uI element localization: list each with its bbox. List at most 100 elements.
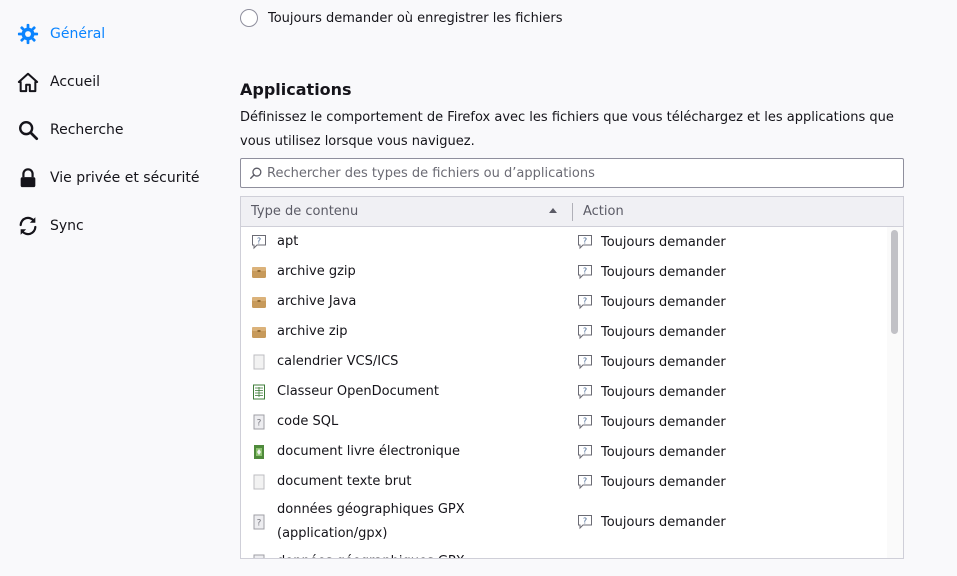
chat-question-icon: ?	[577, 324, 593, 340]
action-label: Toujours demander	[601, 384, 726, 400]
action-label: Toujours demander	[601, 514, 726, 530]
scrollbar-thumb[interactable]	[891, 230, 898, 334]
content-type-cell: ? données géographiques GPX (application/…	[251, 497, 517, 547]
action-label: Toujours demander	[601, 324, 726, 340]
svg-text:?: ?	[583, 237, 587, 246]
action-label: Toujours demander	[601, 474, 726, 490]
action-select[interactable]: ? Toujours demander	[577, 227, 726, 257]
action-select[interactable]: ? Toujours demander	[577, 497, 726, 547]
content-type-cell: ? code SQL	[251, 407, 517, 437]
content-type-cell: document livre électronique	[251, 437, 517, 467]
content-type-cell: ? données géographiques GPX	[251, 547, 517, 558]
sidebar-item-label: Sync	[50, 218, 84, 234]
home-icon	[16, 70, 40, 94]
svg-text:?: ?	[583, 267, 587, 276]
svg-text:?: ?	[583, 327, 587, 336]
column-header-action[interactable]: Action	[583, 197, 624, 226]
content-type-label: code SQL	[277, 414, 339, 429]
applications-search-input[interactable]	[267, 165, 903, 181]
unknown-file-icon: ?	[251, 514, 267, 530]
action-select[interactable]: ? Toujours demander	[577, 317, 726, 347]
table-row[interactable]: archive gzip ? Toujours demander	[241, 257, 887, 287]
table-row[interactable]: calendrier VCS/ICS? Toujours demander	[241, 347, 887, 377]
content-type-cell: ? apt	[251, 227, 517, 257]
action-select[interactable]: ? Toujours demander	[577, 407, 726, 437]
action-select[interactable]: ? Toujours demander	[577, 377, 726, 407]
search-icon	[249, 166, 263, 180]
main-content: Toujours demander où enregistrer les fic…	[240, 0, 904, 576]
gear-icon	[16, 22, 40, 46]
svg-text:?: ?	[583, 477, 587, 486]
action-select[interactable]: ? Toujours demander	[577, 437, 726, 467]
blank-file-icon	[251, 474, 267, 490]
chat-question-icon: ?	[577, 514, 593, 530]
column-header-type[interactable]: Type de contenu	[251, 197, 358, 226]
content-type-cell: document texte brut	[251, 467, 517, 497]
table-row[interactable]: document livre électronique? Toujours dem…	[241, 437, 887, 467]
action-select[interactable]: ? Toujours demander	[577, 467, 726, 497]
svg-text:?: ?	[583, 417, 587, 426]
sidebar-item-sync[interactable]: Sync	[16, 210, 84, 242]
table-row[interactable]: ? apt ? Toujours demander	[241, 227, 887, 257]
sidebar-item-privacy[interactable]: Vie privée et sécurité	[16, 162, 200, 194]
action-label: Toujours demander	[601, 414, 726, 430]
content-type-cell: archive Java	[251, 287, 517, 317]
action-select[interactable]: ? Toujours demander	[577, 287, 726, 317]
table-row[interactable]: ? code SQL? Toujours demander	[241, 407, 887, 437]
sidebar-item-label: Vie privée et sécurité	[50, 170, 200, 186]
blank-file-icon	[251, 354, 267, 370]
svg-text:?: ?	[583, 357, 587, 366]
always-ask-radio-row[interactable]: Toujours demander où enregistrer les fic…	[240, 8, 563, 28]
content-type-label: données géographiques GPX	[277, 550, 517, 558]
content-type-label: Classeur OpenDocument	[277, 384, 439, 399]
action-label: Toujours demander	[601, 294, 726, 310]
column-separator[interactable]	[572, 203, 573, 221]
action-label: Toujours demander	[601, 444, 726, 460]
content-type-label: archive Java	[277, 294, 357, 309]
sidebar: Général Accueil Recherche Vie privée et …	[0, 0, 220, 576]
table-row[interactable]: archive zip? Toujours demander	[241, 317, 887, 347]
always-ask-radio[interactable]	[240, 9, 258, 27]
content-type-cell: calendrier VCS/ICS	[251, 347, 517, 377]
table-row[interactable]: ? données géographiques GPX	[241, 547, 887, 558]
chat-question-icon: ?	[577, 294, 593, 310]
table-row[interactable]: document texte brut? Toujours demander	[241, 467, 887, 497]
content-type-label: archive gzip	[277, 264, 356, 279]
chat-question-icon: ?	[577, 444, 593, 460]
table-row[interactable]: Classeur OpenDocument? Toujours demander	[241, 377, 887, 407]
applications-table: Type de contenu Action ? apt? Toujours dem…	[240, 196, 904, 559]
chat-question-icon: ?	[577, 384, 593, 400]
content-type-label: archive zip	[277, 324, 348, 339]
table-scrollbar[interactable]	[887, 227, 903, 558]
svg-text:?: ?	[257, 419, 262, 429]
sidebar-item-search[interactable]: Recherche	[16, 114, 124, 146]
table-body: ? apt? Toujours demander archive gzip? Toujo…	[241, 227, 887, 558]
svg-text:?: ?	[257, 519, 262, 529]
content-type-label: données géographiques GPX (application/g…	[277, 502, 465, 541]
content-type-label: calendrier VCS/ICS	[277, 354, 399, 369]
content-type-cell: Classeur OpenDocument	[251, 377, 517, 407]
svg-text:?: ?	[583, 297, 587, 306]
unknown-file-icon: ?	[251, 554, 267, 558]
content-type-cell: archive zip	[251, 317, 517, 347]
sync-icon	[16, 214, 40, 238]
svg-text:?: ?	[583, 447, 587, 456]
applications-search[interactable]	[240, 158, 904, 188]
content-type-label: document texte brut	[277, 474, 412, 489]
ebook-icon	[251, 444, 267, 460]
content-type-label: apt	[277, 234, 299, 249]
table-row[interactable]: ? données géographiques GPX (application/…	[241, 497, 887, 547]
sidebar-item-home[interactable]: Accueil	[16, 66, 100, 98]
lock-icon	[16, 166, 40, 190]
sidebar-item-label: Général	[50, 26, 106, 42]
sort-ascending-icon	[549, 208, 557, 213]
action-select[interactable]: ? Toujours demander	[577, 257, 726, 287]
search-icon	[16, 118, 40, 142]
package-icon	[251, 324, 267, 340]
action-label: Toujours demander	[601, 354, 726, 370]
spreadsheet-icon	[251, 384, 267, 400]
svg-text:?: ?	[257, 237, 261, 246]
sidebar-item-general[interactable]: Général	[16, 18, 105, 50]
action-select[interactable]: ? Toujours demander	[577, 347, 726, 377]
table-row[interactable]: archive Java? Toujours demander	[241, 287, 887, 317]
